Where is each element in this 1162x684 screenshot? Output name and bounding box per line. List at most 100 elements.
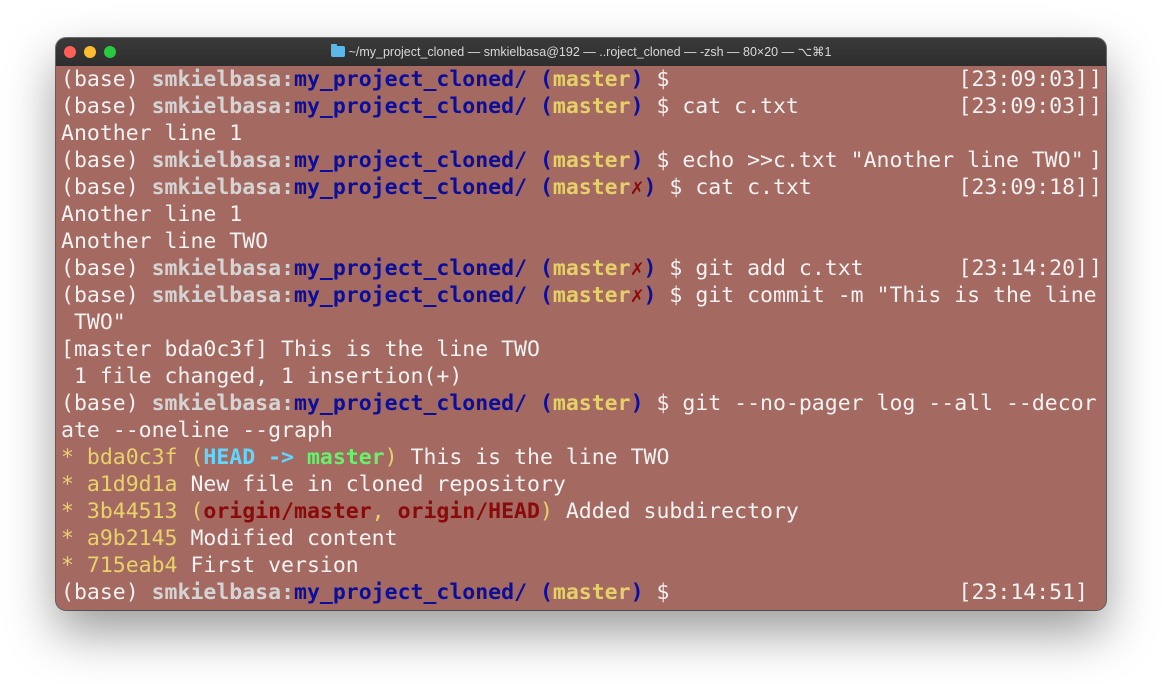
dirty-mark: ✗ [630, 283, 644, 308]
output-line: TWO" [61, 310, 126, 335]
prompt-env: (base) [61, 175, 152, 200]
decoration-close: ) [384, 445, 398, 470]
terminal-window: ~/my_project_cloned — smkielbasa@192 — .… [56, 38, 1106, 610]
prompt-paren-close: ) [630, 148, 644, 173]
prompt-branch: master [552, 148, 631, 173]
prompt-env: (base) [61, 580, 152, 605]
commit-message: Added subdirectory [552, 499, 799, 524]
commit-hash: 3b44513 [86, 499, 178, 524]
prompt-directory: my_project_cloned/ [294, 175, 528, 200]
right-bracket: ] [1089, 256, 1102, 281]
prompt-paren-open: ( [527, 175, 553, 200]
prompt-directory: my_project_cloned/ [294, 580, 528, 605]
prompt-env: (base) [61, 256, 152, 281]
prompt-branch: master [552, 94, 631, 119]
output-line: 1 file changed, 1 insertion(+) [61, 364, 463, 389]
prompt-env: (base) [61, 283, 152, 308]
folder-icon [330, 44, 345, 57]
prompt-env: (base) [61, 67, 152, 92]
prompt-paren-open: ( [527, 148, 553, 173]
prompt-user: smkielbasa [151, 283, 282, 308]
prompt-line: (base) smkielbasa:my_project_cloned/ (ma… [61, 93, 799, 120]
prompt-colon: : [281, 580, 295, 605]
prompt-colon: : [281, 391, 295, 416]
prompt-user: smkielbasa [151, 67, 282, 92]
output-line: ate --oneline --graph [61, 418, 333, 443]
prompt-symbol: $ [656, 256, 683, 281]
prompt-directory: my_project_cloned/ [294, 148, 528, 173]
commit-message: Modified content [177, 526, 398, 551]
log-line: * a1d9d1a New file in cloned repository [61, 471, 566, 498]
dirty-mark: ✗ [630, 175, 644, 200]
prompt-paren-open: ( [527, 256, 553, 281]
decoration-close: ) [539, 499, 553, 524]
command-text: echo >>c.txt "Another line TWO" [669, 148, 1084, 173]
decoration-open: ( [177, 445, 204, 470]
prompt-line: (base) smkielbasa:my_project_cloned/ (ma… [61, 255, 864, 282]
commit-message: First version [177, 553, 359, 578]
prompt-paren-close: ) [643, 256, 657, 281]
right-bracket: ] [1089, 148, 1102, 173]
prompt-line: (base) smkielbasa:my_project_cloned/ (ma… [61, 579, 669, 606]
prompt-env: (base) [61, 391, 152, 416]
prompt-env: (base) [61, 94, 152, 119]
prompt-colon: : [281, 94, 295, 119]
local-branch-ref: master [306, 445, 385, 470]
window-title: ~/my_project_cloned — smkielbasa@192 — .… [56, 38, 1106, 66]
prompt-paren-open: ( [527, 580, 553, 605]
prompt-branch: master [552, 391, 631, 416]
output-line: [master bda0c3f] This is the line TWO [61, 337, 540, 362]
right-bracket: ] [1089, 175, 1102, 200]
prompt-symbol: $ [656, 283, 683, 308]
remote-ref: origin/master [203, 499, 372, 524]
prompt-symbol: $ [656, 175, 683, 200]
graph-star: * [61, 526, 87, 551]
prompt-directory: my_project_cloned/ [294, 67, 528, 92]
log-line: * 3b44513 (origin/master, origin/HEAD) A… [61, 498, 799, 525]
prompt-directory: my_project_cloned/ [294, 256, 528, 281]
output-line: Another line TWO [61, 229, 269, 254]
timestamp: [23:14:20] [958, 256, 1088, 281]
prompt-paren-open: ( [527, 67, 553, 92]
prompt-user: smkielbasa [151, 580, 282, 605]
prompt-branch: master [552, 283, 631, 308]
timestamp: [23:09:18] [958, 175, 1088, 200]
prompt-line: (base) smkielbasa:my_project_cloned/ (ma… [61, 147, 1084, 174]
terminal-content[interactable]: (base) smkielbasa:my_project_cloned/ (ma… [56, 66, 1106, 610]
prompt-user: smkielbasa [151, 148, 282, 173]
prompt-branch: master [552, 175, 631, 200]
prompt-directory: my_project_cloned/ [294, 391, 528, 416]
timestamp: [23:09:03] [958, 67, 1088, 92]
head-arrow: -> [255, 445, 307, 470]
remote-ref: origin/HEAD [397, 499, 540, 524]
prompt-colon: : [281, 283, 295, 308]
prompt-symbol: $ [643, 580, 670, 605]
prompt-user: smkielbasa [151, 94, 282, 119]
prompt-user: smkielbasa [151, 256, 282, 281]
prompt-env: (base) [61, 148, 152, 173]
log-line: * 715eab4 First version [61, 552, 359, 579]
command-text: git commit -m "This is the line [682, 283, 1097, 308]
prompt-line: (base) smkielbasa:my_project_cloned/ (ma… [61, 390, 1097, 417]
command-text: cat c.txt [682, 175, 812, 200]
head-ref: HEAD [203, 445, 256, 470]
title-bar[interactable]: ~/my_project_cloned — smkielbasa@192 — .… [56, 38, 1106, 67]
commit-hash: a9b2145 [86, 526, 178, 551]
prompt-paren-close: ) [630, 67, 644, 92]
prompt-line: (base) smkielbasa:my_project_cloned/ (ma… [61, 282, 1097, 309]
commit-message: This is the line TWO [397, 445, 670, 470]
decoration-separator: , [371, 499, 398, 524]
commit-hash: bda0c3f [86, 445, 178, 470]
prompt-paren-open: ( [527, 94, 553, 119]
prompt-paren-close: ) [630, 94, 644, 119]
prompt-paren-close: ) [630, 580, 644, 605]
commit-hash: 715eab4 [86, 553, 178, 578]
prompt-paren-close: ) [630, 391, 644, 416]
prompt-colon: : [281, 175, 295, 200]
prompt-paren-close: ) [643, 175, 657, 200]
command-text: git --no-pager log --all --decor [669, 391, 1097, 416]
prompt-symbol: $ [643, 94, 670, 119]
right-bracket: ] [1089, 67, 1102, 92]
prompt-user: smkielbasa [151, 391, 282, 416]
prompt-colon: : [281, 67, 295, 92]
